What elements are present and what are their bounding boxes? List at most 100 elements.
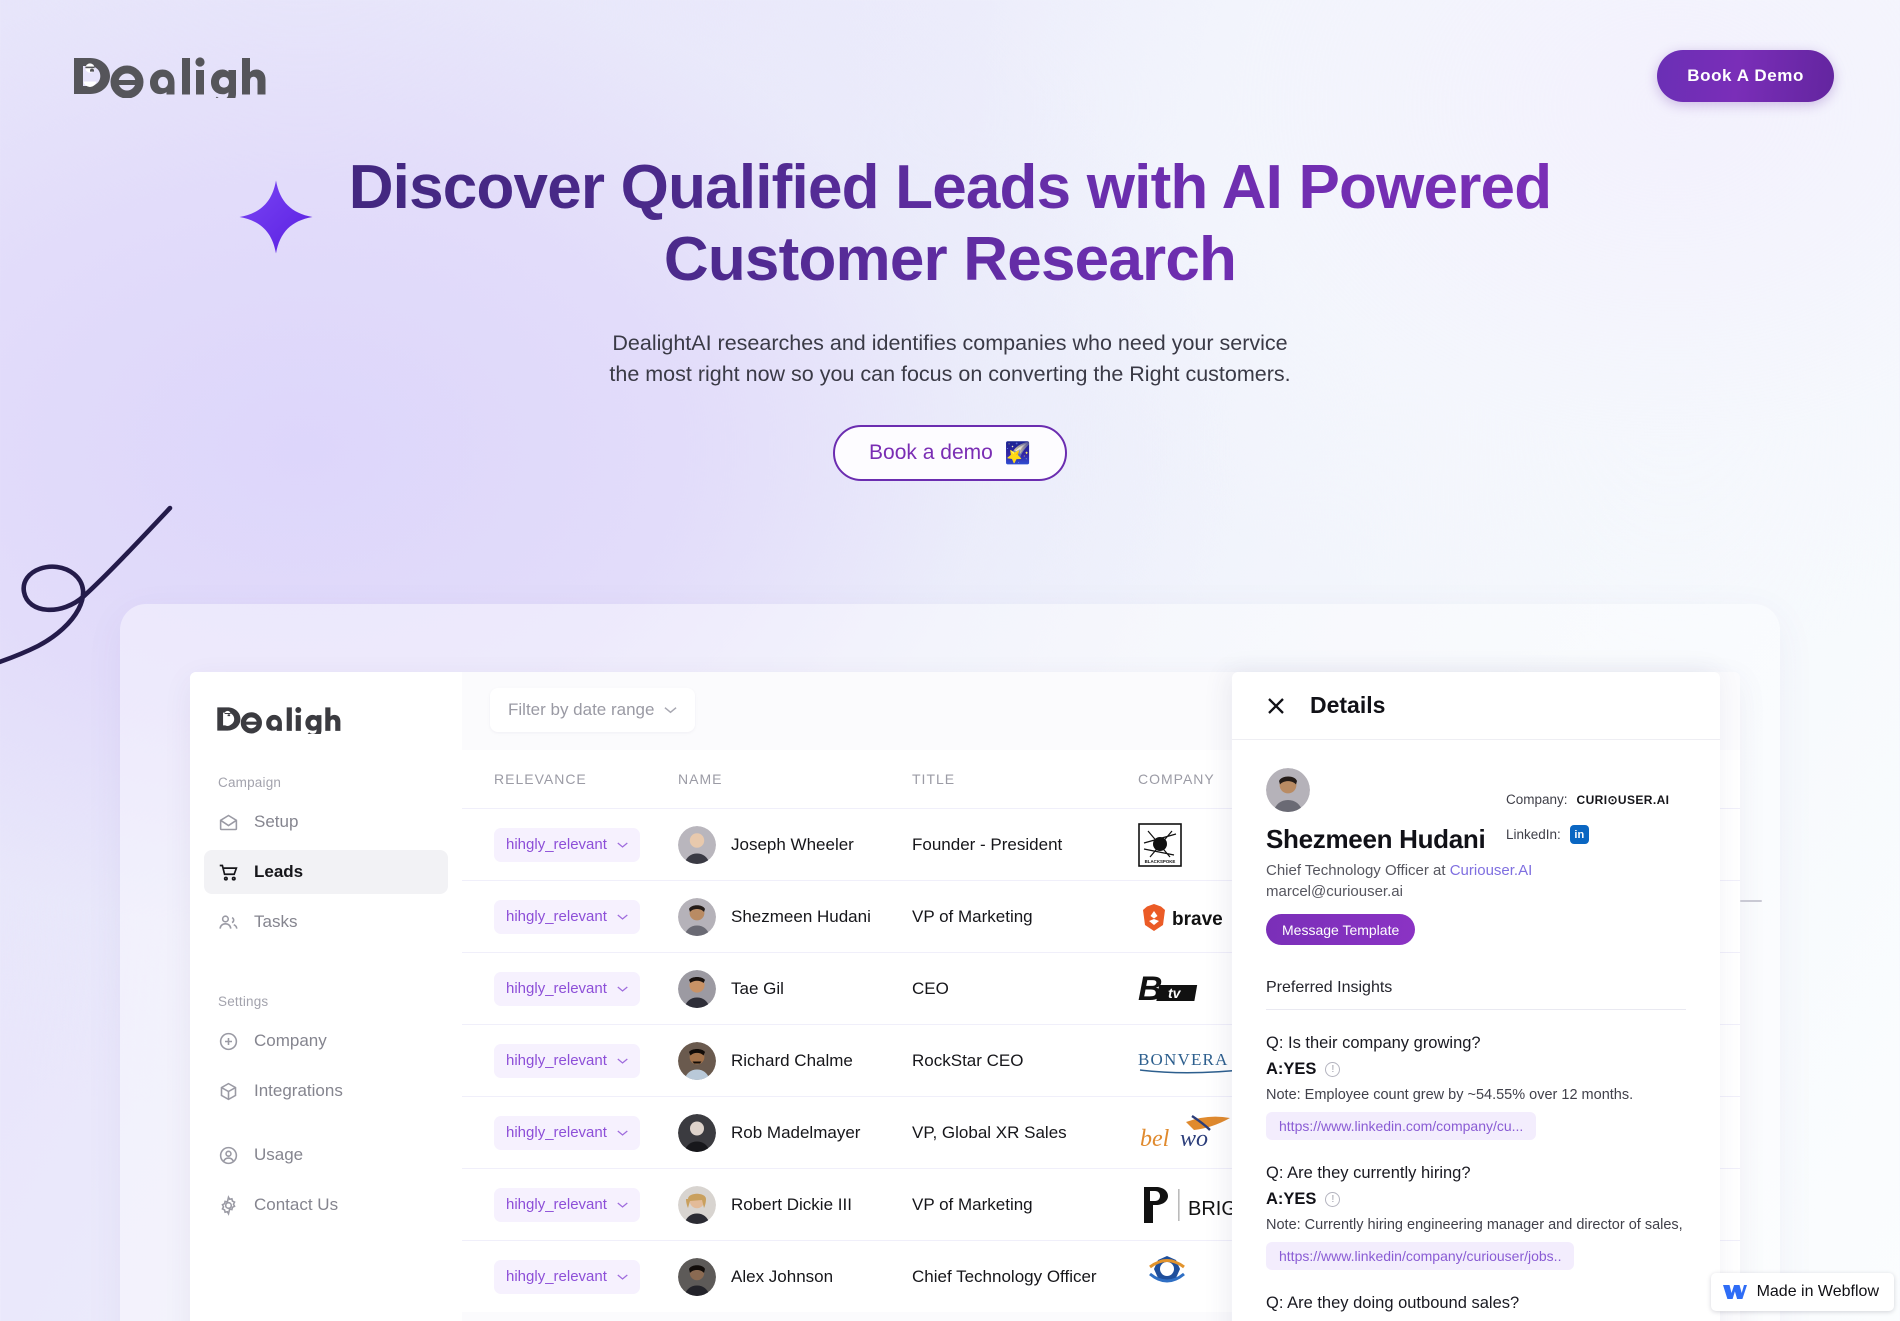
svg-text:BONVERA: BONVERA [1138,1050,1229,1069]
book-a-demo-hero-button[interactable]: Book a demo 🌠 [833,425,1067,481]
relevance-cell: hihgly_relevant [462,899,678,934]
chevron-down-icon [617,986,628,992]
lead-detail-email: marcel@curiouser.ai [1266,883,1403,900]
relevance-cell: hihgly_relevant [462,1115,678,1150]
lead-detail-role: Chief Technology Officer at Curiouser.AI [1266,862,1686,879]
sidebar-item-usage[interactable]: Usage [204,1133,448,1177]
made-in-webflow-badge[interactable]: Made in Webflow [1710,1273,1894,1311]
app-sidebar: Campaign Setup Leads Tasks Settings Comp… [190,672,462,1321]
lead-name: Robert Dickie III [731,1194,852,1214]
hero-section: Discover Qualified Leads with AI Powered… [0,152,1900,481]
relevance-dropdown[interactable]: hihgly_relevant [494,1043,640,1078]
avatar-image [678,1257,716,1296]
lead-detail-meta: Company: CURI⊙USER.AI LinkedIn: in [1506,792,1686,862]
avatar [678,897,716,936]
nav-section-label-settings: Settings [218,994,269,1009]
lead-name: Richard Chalme [731,1050,853,1070]
relevance-dropdown[interactable]: hihgly_relevant [494,971,640,1006]
relevance-dropdown[interactable]: hihgly_relevant [494,1259,640,1294]
chevron-down-icon [617,1058,628,1064]
sidebar-item-setup[interactable]: Setup [204,800,448,844]
book-a-demo-button[interactable]: Book A Demo [1657,50,1834,102]
cart-icon [219,864,238,881]
svg-text:wo: wo [1180,1126,1208,1152]
lead-name: Alex Johnson [731,1266,834,1286]
close-icon[interactable] [1264,694,1288,718]
avatar-image [678,969,716,1008]
filter-by-date-range-dropdown[interactable]: Filter by date range [490,688,696,732]
name-cell: Rob Madelmayer [678,1113,912,1152]
sidebar-item-label: Company [254,1031,327,1050]
btv-logo-icon: B tv [1138,970,1198,1008]
sidebar-brand-logo[interactable] [190,704,462,739]
lead-title: Chief Technology Officer [912,1266,1097,1286]
lead-name: Shezmeen Hudani [731,906,871,926]
gear-icon [221,1194,236,1216]
svg-text:brave: brave [1172,909,1223,930]
info-icon[interactable]: ! [1325,1062,1341,1077]
avatar [678,969,716,1008]
name-cell: Robert Dickie III [678,1185,912,1224]
sidebar-item-label: Setup [254,812,299,831]
relevance-label: hihgly_relevant [506,1268,607,1285]
details-header: Details [1232,672,1720,740]
insight-question: Q: Is their company growing? [1266,1034,1481,1052]
hero-subtitle: DealightAI researches and identifies com… [530,328,1370,391]
insight-question: Q: Are they currently hiring? [1266,1164,1471,1182]
lead-title: Founder - President [912,834,1063,854]
lead-title: RockStar CEO [912,1050,1024,1070]
relevance-label: hihgly_relevant [506,1052,607,1069]
hero-title-row: Discover Qualified Leads with AI Powered… [0,152,1900,296]
relevance-dropdown[interactable]: hihgly_relevant [494,827,640,862]
envelope-icon [219,814,238,830]
lead-detail-role-prefix: Chief Technology Officer at [1266,862,1446,879]
details-body: Shezmeen Hudani Chief Technology Officer… [1232,740,1720,1313]
sidebar-item-contact-us[interactable]: Contact Us [204,1183,448,1227]
relevance-cell: hihgly_relevant [462,1043,678,1078]
sidebar-item-leads[interactable]: Leads [204,850,448,894]
lead-title: CEO [912,978,949,998]
linkedin-icon[interactable]: in [1569,825,1589,844]
avatar [678,1113,716,1152]
dealight-wordmark-icon [217,707,341,739]
sidebar-item-company[interactable]: Company [204,1019,448,1063]
message-template-button[interactable]: Message Template [1266,914,1416,945]
avatar [678,1185,716,1224]
insight-qa-block: Q: Is their company growing? A:YES ! Not… [1266,1034,1686,1140]
made-in-webflow-label: Made in Webflow [1756,1283,1879,1300]
sidebar-item-tasks[interactable]: Tasks [204,900,448,944]
title-cell: VP of Marketing [912,1195,1138,1215]
relevance-cell: hihgly_relevant [462,1187,678,1222]
insight-note: Note: Currently hiring engineering manag… [1266,1217,1683,1233]
insight-source-link[interactable]: https://www.linkedin.com/company/cu... [1266,1112,1537,1140]
avatar-image [678,1113,716,1152]
title-cell: VP of Marketing [912,907,1138,927]
nav-gap [190,1119,462,1133]
brand-logo[interactable] [72,54,268,98]
site-header: Book A Demo [0,0,1900,152]
lead-title: VP of Marketing [912,1194,1033,1214]
shooting-star-icon: 🌠 [1004,441,1031,465]
relevance-dropdown[interactable]: hihgly_relevant [494,899,640,934]
nav-gap [190,950,462,964]
relevance-dropdown[interactable]: hihgly_relevant [494,1187,640,1222]
chevron-down-icon [617,1130,628,1136]
title-cell: Chief Technology Officer [912,1267,1138,1287]
panel-resize-handle[interactable] [1740,900,1762,902]
svg-text:BLACKSPOKE: BLACKSPOKE [1145,859,1176,864]
insight-answer-row: A:YES ! [1266,1060,1686,1079]
avatar-image [1266,768,1310,812]
relevance-cell: hihgly_relevant [462,1259,678,1294]
company-meta-row: Company: CURI⊙USER.AI [1506,792,1686,807]
lead-detail-company-link[interactable]: Curiouser.AI [1450,862,1533,879]
name-cell: Joseph Wheeler [678,825,912,864]
insight-answer: A:YES [1266,1190,1317,1208]
relevance-label: hihgly_relevant [506,1124,607,1141]
relevance-dropdown[interactable]: hihgly_relevant [494,1115,640,1150]
sidebar-item-integrations[interactable]: Integrations [204,1069,448,1113]
insight-source-link[interactable]: https://www.linkedin/company/curiouser/j… [1266,1242,1575,1270]
company-meta-label: Company: [1506,792,1568,807]
info-icon[interactable]: ! [1325,1192,1341,1207]
relevance-label: hihgly_relevant [506,1196,607,1213]
title-cell: RockStar CEO [912,1051,1138,1071]
